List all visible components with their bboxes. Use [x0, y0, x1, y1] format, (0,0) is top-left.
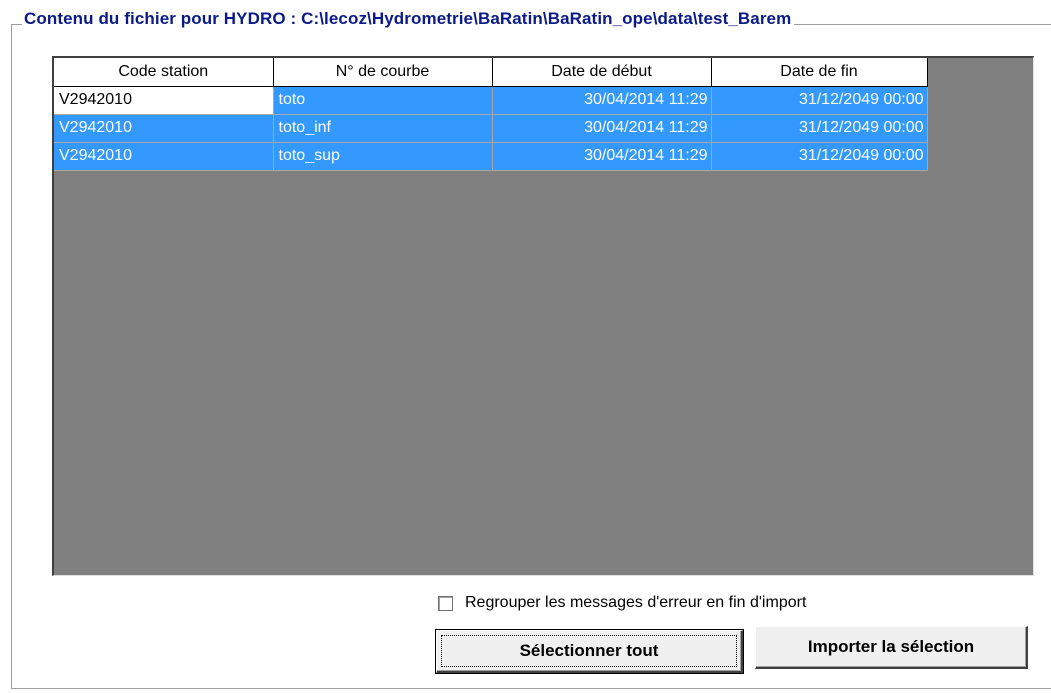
cell-end-date[interactable]: 31/12/2049 00:00: [711, 86, 928, 115]
table-row[interactable]: V2942010 toto 30/04/2014 11:29 31/12/204…: [54, 86, 928, 115]
focus-rectangle: [441, 635, 737, 667]
table-row[interactable]: V2942010 toto_inf 30/04/2014 11:29 31/12…: [54, 114, 928, 143]
column-header-end-date[interactable]: Date de fin: [711, 58, 928, 87]
group-errors-label[interactable]: Regrouper les messages d'erreur en fin d…: [465, 594, 806, 612]
column-header-curve-number[interactable]: N° de courbe: [273, 58, 493, 87]
cell-code-station[interactable]: V2942010: [54, 114, 274, 143]
cell-start-date[interactable]: 30/04/2014 11:29: [492, 114, 712, 143]
group-errors-option[interactable]: Regrouper les messages d'erreur en fin d…: [438, 594, 806, 612]
column-header-code-station[interactable]: Code station: [54, 58, 274, 87]
import-selection-button[interactable]: Importer la sélection: [755, 626, 1028, 669]
cell-end-date[interactable]: 31/12/2049 00:00: [711, 114, 928, 143]
group-errors-checkbox[interactable]: [438, 595, 453, 611]
data-grid[interactable]: Code station N° de courbe Date de début …: [52, 56, 1034, 576]
cell-curve-number[interactable]: toto_inf: [273, 114, 493, 143]
column-header-start-date[interactable]: Date de début: [492, 58, 712, 87]
cell-start-date[interactable]: 30/04/2014 11:29: [492, 86, 712, 115]
import-selection-label: Importer la sélection: [807, 637, 975, 656]
cell-curve-number[interactable]: toto: [273, 86, 493, 115]
table-row[interactable]: V2942010 toto_sup 30/04/2014 11:29 31/12…: [54, 142, 928, 171]
cell-code-station[interactable]: V2942010: [54, 86, 274, 115]
groupbox-title: Contenu du fichier pour HYDRO : C:\lecoz…: [22, 9, 795, 29]
cell-start-date[interactable]: 30/04/2014 11:29: [492, 142, 712, 171]
curves-table: Code station N° de courbe Date de début …: [54, 58, 928, 171]
cell-curve-number[interactable]: toto_sup: [273, 142, 493, 171]
cell-code-station[interactable]: V2942010: [54, 142, 274, 171]
cell-end-date[interactable]: 31/12/2049 00:00: [711, 142, 928, 171]
select-all-button[interactable]: Sélectionner tout: [435, 629, 744, 674]
table-header-row: Code station N° de courbe Date de début …: [54, 58, 928, 87]
